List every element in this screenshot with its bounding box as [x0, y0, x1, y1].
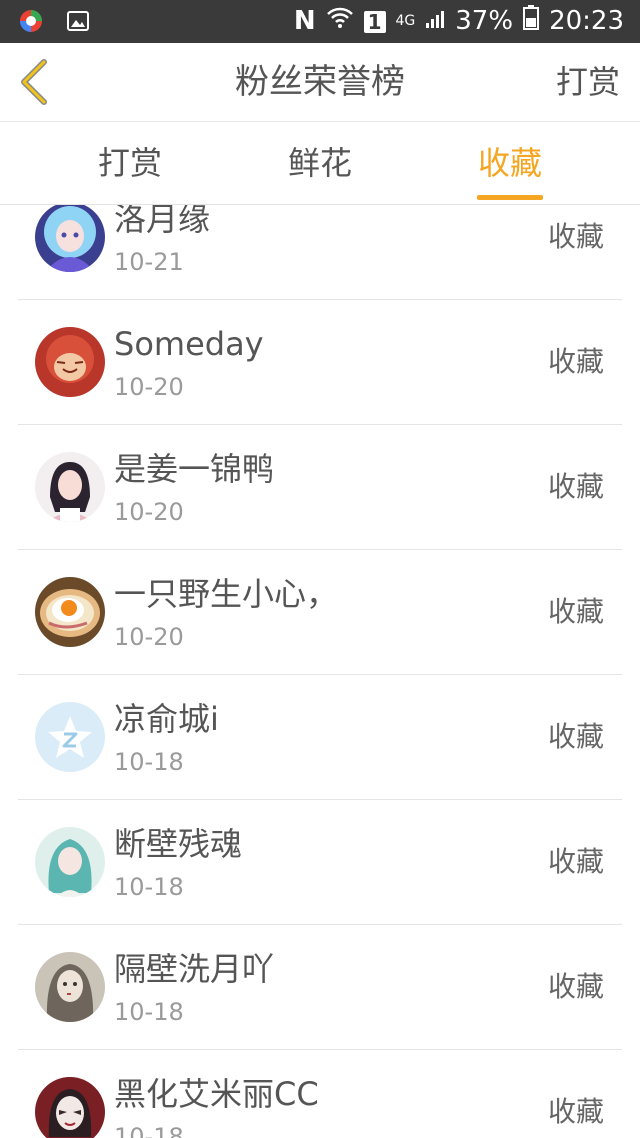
fan-date: 10-18: [114, 998, 184, 1026]
avatar[interactable]: [35, 452, 105, 522]
fan-action: 收藏: [547, 345, 604, 378]
avatar[interactable]: [35, 827, 105, 897]
app-notification-icon: [18, 8, 44, 38]
fan-action: 收藏: [547, 1095, 604, 1128]
tab-bar: 打赏 鲜花 收藏: [0, 122, 640, 205]
avatar[interactable]: [35, 327, 105, 397]
wifi-icon: [326, 4, 354, 39]
fan-name: 一只野生小心，: [114, 575, 339, 613]
fan-name: 隔壁洗月吖: [114, 950, 275, 988]
clock: 20:23: [549, 6, 624, 36]
fan-date: 10-18: [114, 748, 184, 776]
list-item[interactable]: 洛月缘 10-21 收藏: [18, 205, 622, 300]
list-item[interactable]: 黑化艾米丽CC 10-18 收藏: [18, 1050, 622, 1138]
fan-action: 收藏: [547, 970, 604, 1003]
avatar[interactable]: [35, 205, 105, 272]
anime-teal-hair-avatar-icon: [35, 827, 105, 897]
sim-slot-badge: 1: [363, 10, 386, 33]
fried-egg-toast-avatar-icon: [35, 577, 105, 647]
fan-date: 10-20: [114, 498, 184, 526]
fan-name: 断壁残魂: [114, 825, 243, 863]
gallery-notification-icon: [66, 9, 90, 37]
tab-favorites[interactable]: 收藏: [450, 122, 570, 204]
fan-action: 收藏: [547, 845, 604, 878]
status-bar: N 1 4G 37% 20:23: [0, 0, 640, 43]
fan-date: 10-20: [114, 623, 184, 651]
list-item[interactable]: 一只野生小心， 10-20 收藏: [18, 550, 622, 675]
fan-date: 10-20: [114, 373, 184, 401]
anime-girl-avatar-icon: [35, 452, 105, 522]
list-item[interactable]: 断壁残魂 10-18 收藏: [18, 800, 622, 925]
anime-blue-hair-avatar-icon: [35, 205, 105, 272]
fan-date: 10-18: [114, 873, 184, 901]
qq-star-avatar-icon: [35, 702, 105, 772]
list-item[interactable]: 隔壁洗月吖 10-18 收藏: [18, 925, 622, 1050]
avatar[interactable]: [35, 1077, 105, 1138]
fan-name: 洛月缘: [114, 205, 211, 238]
fan-date: 10-18: [114, 1123, 184, 1138]
anime-red-hair-avatar-icon: [35, 327, 105, 397]
fan-action: 收藏: [547, 595, 604, 628]
list-item[interactable]: 是姜一锦鸭 10-20 收藏: [18, 425, 622, 550]
fan-name: 凉俞城i: [114, 700, 219, 738]
fan-action: 收藏: [547, 220, 604, 253]
fan-action: 收藏: [547, 470, 604, 503]
fan-action: 收藏: [547, 720, 604, 753]
reward-button[interactable]: 打赏: [556, 43, 620, 121]
avatar[interactable]: [35, 952, 105, 1022]
page-title: 粉丝荣誉榜: [235, 62, 405, 102]
list-item[interactable]: 凉俞城i 10-18 收藏: [18, 675, 622, 800]
active-tab-indicator: [477, 195, 543, 200]
fan-name: Someday: [114, 325, 264, 363]
masked-character-avatar-icon: [35, 1077, 105, 1138]
fan-date: 10-21: [114, 248, 184, 276]
network-type: 4G: [395, 13, 416, 29]
list-item[interactable]: Someday 10-20 收藏: [18, 300, 622, 425]
battery-icon: [523, 4, 540, 40]
nfc-icon: N: [293, 6, 316, 36]
signal-icon: [425, 4, 445, 39]
avatar[interactable]: [35, 702, 105, 772]
sketch-girl-avatar-icon: [35, 952, 105, 1022]
fan-name: 黑化艾米丽CC: [114, 1075, 319, 1113]
title-bar: 粉丝荣誉榜 打赏: [0, 43, 640, 122]
tab-flowers[interactable]: 鲜花: [260, 122, 380, 204]
chevron-left-icon: [21, 59, 47, 105]
avatar[interactable]: [35, 577, 105, 647]
back-button[interactable]: [14, 57, 54, 107]
battery-percent: 37%: [455, 6, 514, 36]
fan-name: 是姜一锦鸭: [114, 450, 275, 488]
tab-reward[interactable]: 打赏: [70, 122, 190, 204]
fan-list[interactable]: 洛月缘 10-21 收藏 Someday 10-20 收藏 是姜一锦鸭 10-2…: [0, 205, 640, 1138]
